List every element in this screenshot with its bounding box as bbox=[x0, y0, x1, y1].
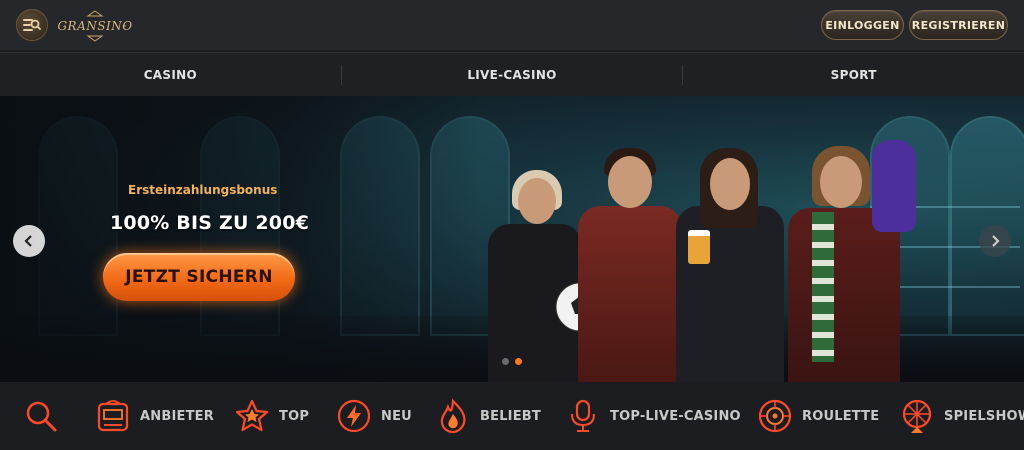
login-button[interactable]: EINLOGGEN bbox=[821, 10, 904, 40]
roulette-icon bbox=[756, 397, 794, 435]
category-top[interactable]: TOP bbox=[233, 382, 309, 450]
person-man-beer bbox=[670, 120, 790, 382]
category-label: TOP bbox=[279, 408, 310, 424]
category-label: TOP-LIVE-CASINO bbox=[610, 408, 741, 424]
carousel-dot-2[interactable] bbox=[515, 358, 522, 365]
carousel-dot-1[interactable] bbox=[502, 358, 509, 365]
category-label: BELIEBT bbox=[480, 408, 541, 424]
category-label: SPIELSHOW bbox=[944, 408, 1024, 424]
carousel-next-button[interactable] bbox=[979, 225, 1011, 257]
category-anbieter[interactable]: ANBIETER bbox=[94, 382, 214, 450]
carousel-prev-button[interactable] bbox=[13, 225, 45, 257]
star-icon bbox=[233, 397, 271, 435]
category-top-live-casino[interactable]: TOP-LIVE-CASINO bbox=[564, 382, 741, 450]
slot-machine-icon bbox=[94, 397, 132, 435]
scarf bbox=[812, 212, 834, 362]
search-icon bbox=[22, 397, 60, 435]
chevron-right-icon bbox=[992, 235, 1000, 247]
nav-live-casino[interactable]: LIVE-CASINO bbox=[342, 53, 683, 96]
category-label: ANBIETER bbox=[140, 408, 214, 424]
person-man-scarf bbox=[780, 120, 930, 382]
menu-search-button[interactable] bbox=[16, 9, 48, 41]
category-beliebt[interactable]: BELIEBT bbox=[434, 382, 541, 450]
fire-icon bbox=[434, 397, 472, 435]
hero-overlay bbox=[0, 96, 480, 382]
hero-illustration bbox=[470, 96, 950, 382]
category-label: NEU bbox=[381, 408, 412, 424]
wheel-icon bbox=[898, 397, 936, 435]
bonus-title: 100% BIS ZU 200€ bbox=[110, 212, 310, 234]
category-spielshow[interactable]: SPIELSHOW bbox=[898, 382, 1024, 450]
carousel-dots bbox=[502, 358, 522, 365]
foam-finger bbox=[872, 140, 916, 232]
brand-logo[interactable]: GRANSINO bbox=[57, 10, 132, 42]
main-nav: CASINO LIVE-CASINO SPORT bbox=[0, 52, 1024, 96]
claim-bonus-button[interactable]: JETZT SICHERN bbox=[103, 253, 295, 301]
chevron-left-icon bbox=[24, 235, 32, 247]
nav-casino[interactable]: CASINO bbox=[0, 53, 341, 96]
microphone-icon bbox=[564, 397, 602, 435]
category-neu[interactable]: NEU bbox=[335, 382, 412, 450]
nav-sport[interactable]: SPORT bbox=[683, 53, 1024, 96]
bonus-subtitle: Ersteinzahlungsbonus bbox=[128, 183, 278, 197]
lightning-icon bbox=[335, 397, 373, 435]
category-search[interactable] bbox=[22, 382, 60, 450]
category-bar: ANBIETER TOP NEU BELIEBT TOP-LIVE-CASINO… bbox=[0, 382, 1024, 450]
menu-search-icon bbox=[23, 19, 41, 31]
hero-banner[interactable]: Ersteinzahlungsbonus 100% BIS ZU 200€ JE… bbox=[0, 96, 1024, 382]
top-header: GRANSINO EINLOGGEN REGISTRIEREN bbox=[0, 0, 1024, 50]
beer-glass bbox=[688, 230, 710, 264]
category-label: ROULETTE bbox=[802, 408, 880, 424]
register-button[interactable]: REGISTRIEREN bbox=[909, 10, 1008, 40]
category-roulette[interactable]: ROULETTE bbox=[756, 382, 879, 450]
